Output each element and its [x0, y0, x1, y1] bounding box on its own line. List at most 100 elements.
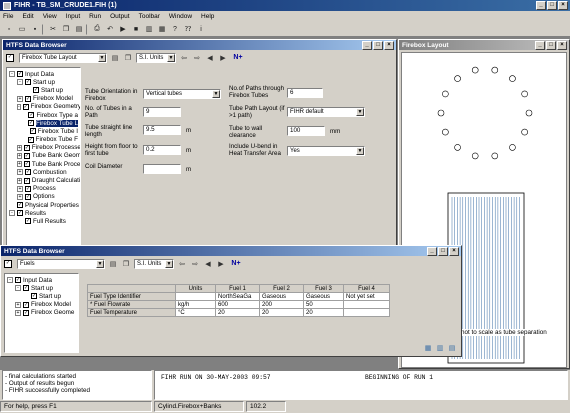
coil-diameter-field[interactable] [143, 164, 181, 174]
maximize-button[interactable]: □ [547, 1, 557, 10]
tree-check-icon[interactable]: ✓ [25, 79, 31, 86]
minimize-button[interactable]: _ [536, 1, 546, 10]
browser1-maximize-button[interactable]: □ [373, 41, 383, 50]
print-icon[interactable]: ⎙ [91, 23, 103, 35]
chart-icon[interactable]: ▥ [143, 23, 155, 35]
expand-icon[interactable]: + [17, 144, 22, 151]
tree-check-icon[interactable]: ✓ [23, 309, 29, 316]
expand-icon[interactable]: - [17, 103, 21, 110]
nav-prev-icon[interactable]: ◀ [205, 53, 215, 63]
expand-icon[interactable]: + [17, 152, 22, 159]
tree-node[interactable]: + ✓ Draught Calculatio [9, 176, 80, 184]
table-icon[interactable]: ▤ [447, 343, 457, 353]
tree-check-icon[interactable]: ✓ [25, 185, 31, 192]
tree-node[interactable]: - ✓ Input Data [9, 70, 78, 78]
expand-icon[interactable]: + [15, 301, 21, 308]
menu-help[interactable]: Help [201, 13, 214, 20]
tree-node[interactable]: - ✓ Input Data [7, 276, 76, 284]
tree-check-icon[interactable]: ✓ [33, 87, 39, 94]
tree-check-icon[interactable]: ✓ [23, 301, 29, 308]
save-icon[interactable]: ▪ [29, 23, 41, 35]
tree-node[interactable]: - ✓ Start up [7, 284, 76, 292]
tree-node[interactable]: - ✓ Start up [9, 78, 78, 86]
tree-check-icon[interactable]: ✓ [25, 218, 31, 225]
browser2-minimize-button[interactable]: _ [427, 247, 437, 256]
tree-check-icon[interactable]: ✓ [23, 144, 30, 151]
tree-check-icon[interactable]: ✓ [15, 277, 21, 284]
tree-node[interactable]: - ✓ Firebox Geometry [9, 103, 80, 111]
table-cell[interactable]: kg/h [175, 300, 216, 309]
copy-icon[interactable]: ❐ [60, 23, 72, 35]
browser1-close-button[interactable]: × [384, 41, 394, 50]
table-cell[interactable]: 600 [215, 300, 260, 309]
expand-icon[interactable]: - [17, 79, 23, 86]
tree-check-icon[interactable]: ✓ [23, 152, 30, 159]
tree-check-icon[interactable]: ✓ [27, 120, 34, 127]
undo-icon[interactable]: ↶ [104, 23, 116, 35]
browser1-minimize-button[interactable]: _ [362, 41, 372, 50]
tree-node[interactable]: ✓ Physical Properties [9, 201, 79, 209]
help-icon[interactable]: ? [169, 23, 181, 35]
browser2-page-check[interactable]: ✓ [4, 259, 12, 268]
browser1-units-select[interactable]: S.I. Units ▼ [136, 52, 176, 63]
run-icon[interactable]: ▶ [117, 23, 129, 35]
tree-node[interactable]: + ✓ Firebox Model [7, 301, 76, 309]
table-cell[interactable] [343, 300, 390, 309]
tubes-in-path-field[interactable]: 9 [143, 107, 181, 117]
tree-check-icon[interactable]: ✓ [23, 161, 30, 168]
expand-icon[interactable]: - [9, 210, 15, 217]
straight-length-field[interactable]: 9.5 [143, 125, 181, 135]
tree-check-icon[interactable]: ✓ [23, 285, 29, 292]
tree-node[interactable]: + ✓ Tube Bank Geome [9, 152, 80, 160]
grid-icon[interactable]: ▦ [423, 343, 433, 353]
table-cell[interactable]: 200 [259, 300, 304, 309]
nav-next-icon[interactable]: ▶ [216, 259, 226, 269]
table-cell[interactable]: 20 [259, 308, 304, 317]
copy-page-icon[interactable]: ❐ [121, 259, 131, 269]
browser1-next-required-button[interactable]: N+ [231, 53, 245, 63]
menu-file[interactable]: File [3, 13, 13, 20]
browser2-close-button[interactable]: × [449, 247, 459, 256]
layout-maximize-button[interactable]: □ [546, 41, 556, 50]
menu-run[interactable]: Run [89, 13, 101, 20]
table-cell[interactable]: 20 [303, 308, 344, 317]
tree-check-icon[interactable]: ✓ [25, 193, 31, 200]
table-icon[interactable]: ▦ [156, 23, 168, 35]
tree-check-icon[interactable]: ✓ [22, 103, 29, 110]
context-help-icon[interactable]: ⁇ [182, 23, 194, 35]
new-icon[interactable]: ▫ [3, 23, 15, 35]
tree-check-icon[interactable]: ✓ [25, 95, 31, 102]
table-cell[interactable]: NorthSeaGa [215, 292, 260, 301]
browser2-page-select[interactable]: Fuels ▼ [17, 258, 105, 269]
expand-icon[interactable]: + [17, 161, 22, 168]
menu-view[interactable]: View [43, 13, 57, 20]
table-cell[interactable] [343, 308, 390, 317]
wall-clearance-field[interactable]: 100 [287, 126, 325, 136]
nav-forward-icon[interactable]: ⇨ [190, 259, 200, 269]
tree-check-icon[interactable]: ✓ [17, 71, 23, 78]
tree-check-icon[interactable]: ✓ [31, 293, 37, 300]
tree-node[interactable]: + ✓ Process [9, 185, 78, 193]
ubend-select[interactable]: Yes ▼ [287, 146, 365, 156]
tube-orientation-select[interactable]: Vertical tubes ▼ [143, 89, 221, 99]
table-cell[interactable]: 20 [215, 308, 260, 317]
table-cell[interactable]: Gaseous [303, 292, 344, 301]
tree-node[interactable]: + ✓ Firebox Model [9, 95, 78, 103]
tree-check-icon[interactable]: ✓ [27, 136, 34, 143]
expand-icon[interactable]: - [9, 71, 15, 78]
info-icon[interactable]: i [195, 23, 207, 35]
nav-forward-icon[interactable]: ⇨ [192, 53, 202, 63]
chart-icon[interactable]: ▥ [435, 343, 445, 353]
tree-node[interactable]: ✓ Firebox Tube I [9, 127, 78, 135]
tree-node[interactable]: + ✓ Combustion [9, 168, 78, 176]
browser2-next-required-button[interactable]: N+ [229, 259, 243, 269]
browser1-page-select[interactable]: Firebox Tube Layout ▼ [19, 52, 107, 63]
copy-page-icon[interactable]: ❐ [123, 53, 133, 63]
table-cell[interactable]: Gaseous [259, 292, 304, 301]
browser2-units-select[interactable]: S.I. Units ▼ [134, 258, 174, 269]
layout-minimize-button[interactable]: _ [535, 41, 545, 50]
browser2-maximize-button[interactable]: □ [438, 247, 448, 256]
tree-node[interactable]: ✓ Firebox Type a [9, 111, 78, 119]
menu-toolbar[interactable]: Toolbar [139, 13, 160, 20]
expand-icon[interactable]: + [15, 309, 21, 316]
